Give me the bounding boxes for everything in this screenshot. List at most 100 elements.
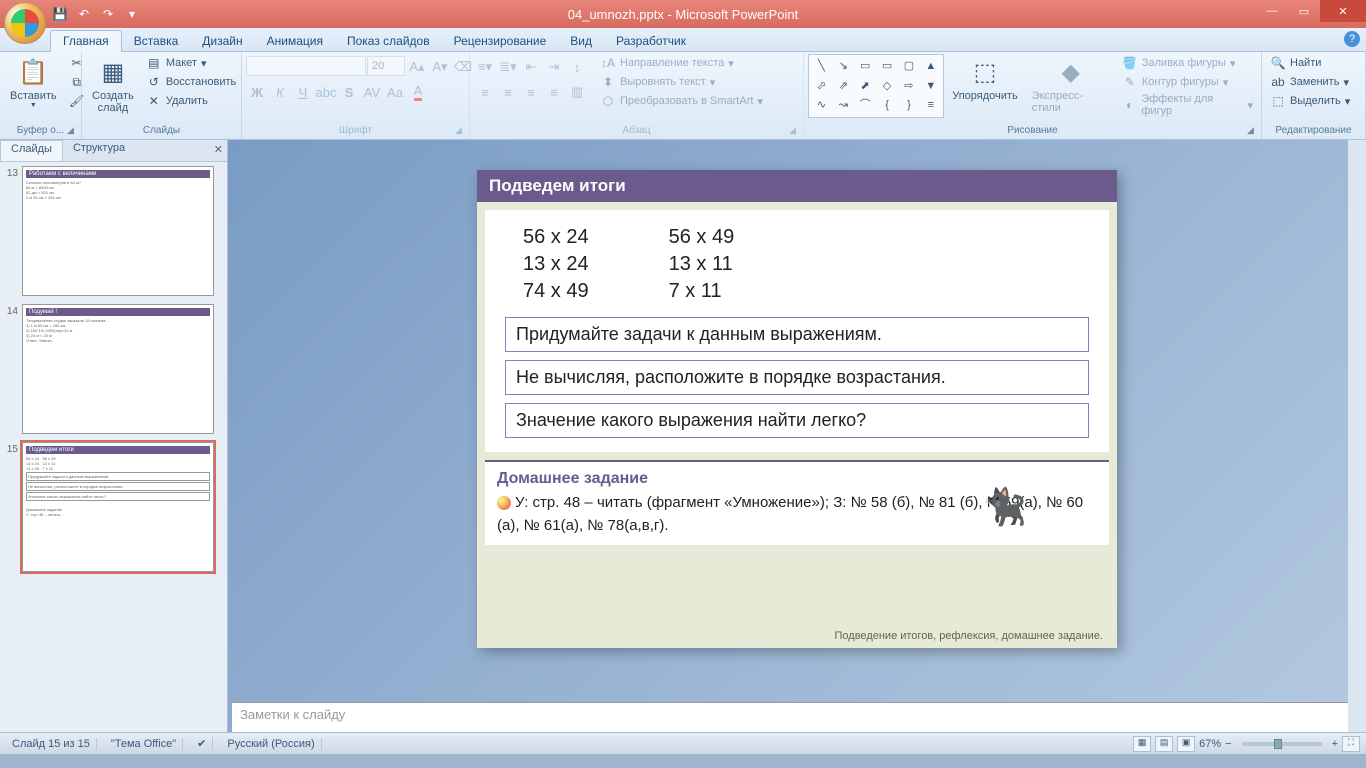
minimize-button[interactable]: —	[1256, 0, 1288, 22]
slide-title: Подведем итоги	[477, 170, 1117, 202]
line-spacing-icon[interactable]: ↕	[566, 56, 588, 78]
group-title: Абзац	[474, 124, 799, 137]
layout-button[interactable]: ▤Макет ▾	[142, 54, 240, 72]
bold-icon[interactable]: Ж	[246, 81, 268, 103]
indent-dec-icon[interactable]: ⇤	[520, 56, 542, 78]
thumbnails[interactable]: 13 Работаем с величинами Сколько сантиме…	[0, 162, 227, 732]
slide-canvas[interactable]: Подведем итоги 56 х 24 13 х 24 74 х 49 5…	[228, 140, 1366, 702]
indent-inc-icon[interactable]: ⇥	[543, 56, 565, 78]
columns-icon[interactable]: ▥	[566, 81, 588, 103]
new-slide-icon: ▦	[97, 56, 129, 88]
font-size-combo[interactable]: 20	[367, 56, 405, 76]
font-color-icon[interactable]: A	[407, 81, 429, 103]
quick-styles-button[interactable]: ◆ Экспресс-стили	[1026, 54, 1116, 116]
find-button[interactable]: 🔍Найти	[1266, 54, 1354, 72]
strike-icon[interactable]: abc	[315, 81, 337, 103]
text-direction-button[interactable]: ↕AНаправление текста ▾	[596, 54, 767, 72]
close-button[interactable]: ✕	[1320, 0, 1366, 22]
slide-body: 56 х 24 13 х 24 74 х 49 56 х 49 13 х 11 …	[485, 210, 1109, 452]
paste-button[interactable]: 📋 Вставить ▼	[4, 54, 63, 111]
panel-close-icon[interactable]: ✕	[214, 143, 223, 156]
qat-dropdown-icon[interactable]: ▾	[122, 4, 142, 24]
shapes-gallery[interactable]: ╲↘▭▭▢▲ ⬀⇗⬈◇⇨▼ ∿↝⌒{}≡	[808, 54, 944, 118]
delete-button[interactable]: ✕Удалить	[142, 92, 240, 110]
shrink-font-icon[interactable]: A▾	[429, 56, 451, 78]
align-center-icon[interactable]: ≡	[497, 81, 519, 103]
fit-window-icon[interactable]: ⛶	[1342, 736, 1360, 752]
align-right-icon[interactable]: ≡	[520, 81, 542, 103]
vertical-scrollbar[interactable]	[1348, 140, 1366, 732]
reset-icon: ↺	[146, 74, 162, 90]
case-icon[interactable]: Aa	[384, 81, 406, 103]
numbering-icon[interactable]: ≣▾	[497, 56, 519, 78]
panel-tab-slides[interactable]: Слайды	[0, 140, 63, 161]
ribbon: 📋 Вставить ▼ ✂ ⧉ 🖌 Буфер о... ◢ ▦ Создат…	[0, 52, 1366, 140]
dialog-launcher-icon[interactable]: ◢	[1247, 125, 1259, 137]
zoom-slider[interactable]	[1242, 742, 1322, 746]
zoom-in-icon[interactable]: +	[1332, 738, 1338, 750]
thumbnail-15[interactable]: Подведем итоги 56 х 24 56 х 4913 х 24 13…	[22, 442, 214, 572]
expressions: 56 х 24 13 х 24 74 х 49 56 х 49 13 х 11 …	[523, 226, 1089, 307]
dialog-launcher-icon[interactable]: ◢	[789, 125, 801, 137]
ribbon-tabs: Главная Вставка Дизайн Анимация Показ сл…	[0, 28, 1366, 52]
view-sorter-icon[interactable]: ▤	[1155, 736, 1173, 752]
office-button[interactable]	[4, 2, 46, 44]
expr-col-left: 56 х 24 13 х 24 74 х 49	[523, 226, 589, 307]
view-normal-icon[interactable]: ▦	[1133, 736, 1151, 752]
status-language[interactable]: Русский (Россия)	[221, 738, 321, 750]
shape-outline-button[interactable]: ✎Контур фигуры ▾	[1118, 73, 1257, 91]
shape-fill-button[interactable]: 🪣Заливка фигуры ▾	[1118, 54, 1257, 72]
task-box: Значение какого выражения найти легко?	[505, 403, 1089, 438]
underline-icon[interactable]: Ч	[292, 81, 314, 103]
paste-icon: 📋	[17, 56, 49, 88]
zoom-thumb[interactable]	[1274, 739, 1282, 749]
align-text-button[interactable]: ⬍Выровнять текст ▾	[596, 73, 767, 91]
redo-icon[interactable]: ↷	[98, 4, 118, 24]
help-icon[interactable]: ?	[1344, 31, 1360, 47]
undo-icon[interactable]: ↶	[74, 4, 94, 24]
expr: 13 х 24	[523, 253, 589, 276]
text-direction-icon: ↕A	[600, 55, 616, 71]
slide[interactable]: Подведем итоги 56 х 24 13 х 24 74 х 49 5…	[477, 170, 1117, 648]
expr: 74 х 49	[523, 280, 589, 303]
thumbnail-14[interactable]: Подумай ! Танцевальная студия заказала 1…	[22, 304, 214, 434]
group-slides: ▦ Создать слайд ▤Макет ▾ ↺Восстановить ✕…	[82, 52, 242, 139]
tab-animation[interactable]: Анимация	[255, 31, 335, 51]
reset-button[interactable]: ↺Восстановить	[142, 73, 240, 91]
tab-home[interactable]: Главная	[50, 30, 122, 52]
italic-icon[interactable]: К	[269, 81, 291, 103]
dialog-launcher-icon[interactable]: ◢	[455, 125, 467, 137]
tab-insert[interactable]: Вставка	[122, 31, 191, 51]
tab-developer[interactable]: Разработчик	[604, 31, 698, 51]
zoom-out-icon[interactable]: −	[1225, 738, 1231, 750]
tab-review[interactable]: Рецензирование	[442, 31, 559, 51]
grow-font-icon[interactable]: A▴	[406, 56, 428, 78]
tab-slideshow[interactable]: Показ слайдов	[335, 31, 442, 51]
new-slide-button[interactable]: ▦ Создать слайд	[86, 54, 140, 116]
save-icon[interactable]: 💾	[50, 4, 70, 24]
justify-icon[interactable]: ≡	[543, 81, 565, 103]
thumb-number: 15	[4, 442, 18, 572]
status-spellcheck-icon[interactable]: ✔	[191, 737, 213, 750]
spacing-icon[interactable]: AV	[361, 81, 383, 103]
select-button[interactable]: ⬚Выделить ▾	[1266, 92, 1354, 110]
delete-icon: ✕	[146, 93, 162, 109]
tab-view[interactable]: Вид	[558, 31, 604, 51]
notes-area[interactable]: Заметки к слайду	[232, 702, 1348, 732]
arrange-button[interactable]: ⬚ Упорядочить	[946, 54, 1023, 104]
align-left-icon[interactable]: ≡	[474, 81, 496, 103]
cat-icon: 🐈‍⬛	[982, 486, 1027, 528]
shape-effects-button[interactable]: ◐Эффекты для фигур ▾	[1118, 92, 1257, 118]
panel-tab-outline[interactable]: Структура	[63, 140, 135, 161]
maximize-button[interactable]: ▭	[1288, 0, 1320, 22]
font-family-combo[interactable]	[246, 56, 366, 76]
replace-button[interactable]: abЗаменить ▾	[1266, 73, 1354, 91]
view-slideshow-icon[interactable]: ▣	[1177, 736, 1195, 752]
dialog-launcher-icon[interactable]: ◢	[67, 125, 79, 137]
smartart-button[interactable]: ⬡Преобразовать в SmartArt ▾	[596, 92, 767, 110]
thumbnail-13[interactable]: Работаем с величинами Сколько сантиметро…	[22, 166, 214, 296]
tab-design[interactable]: Дизайн	[190, 31, 254, 51]
group-editing: 🔍Найти abЗаменить ▾ ⬚Выделить ▾ Редактир…	[1262, 52, 1366, 139]
bullets-icon[interactable]: ≡▾	[474, 56, 496, 78]
shadow-icon[interactable]: S	[338, 81, 360, 103]
